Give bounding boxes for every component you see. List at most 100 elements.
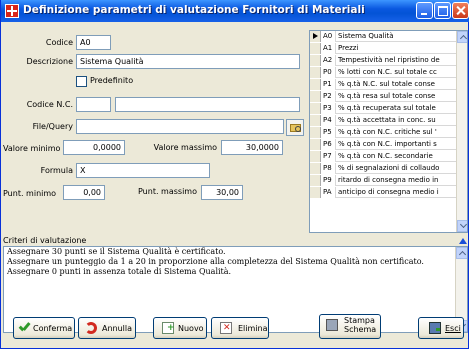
grid-cell-description[interactable]: % di segnalazioni di collaudo: [336, 163, 457, 174]
scroll-up-icon[interactable]: [456, 247, 467, 259]
row-indicator[interactable]: [310, 187, 321, 198]
grid-cell-description[interactable]: % q.tà N.C. sul totale conse: [336, 79, 457, 90]
grid-cell-code[interactable]: P5: [321, 127, 336, 138]
pin-icon[interactable]: [459, 236, 467, 244]
row-indicator[interactable]: [310, 55, 321, 66]
grid-cell-code[interactable]: PA: [321, 187, 336, 198]
grid-row[interactable]: A2 Tempestività nel ripristino de: [310, 55, 457, 66]
grid-cell-code[interactable]: P0: [321, 67, 336, 78]
row-indicator[interactable]: [310, 151, 321, 162]
conferma-label: Conferma: [33, 324, 73, 333]
grid-cell-description[interactable]: % lotti con N.C. sul totale cc: [336, 67, 457, 78]
grid-row[interactable]: A1 Prezzi: [310, 43, 457, 54]
criteri-line: Assegnare 30 punti se il Sistema Qualità…: [7, 247, 226, 256]
grid-cell-code[interactable]: A0: [321, 31, 336, 42]
row-indicator[interactable]: [310, 43, 321, 54]
grid-row[interactable]: PA anticipo di consegna medio i: [310, 187, 457, 198]
stampa-schema-button[interactable]: Stampa Schema: [319, 314, 381, 339]
undo-icon: [85, 322, 97, 334]
descrizione-field[interactable]: Sistema Qualità: [76, 54, 300, 69]
row-indicator[interactable]: [310, 115, 321, 126]
punt-massimo-field[interactable]: 30,00: [201, 185, 243, 200]
grid-cell-code[interactable]: P6: [321, 139, 336, 150]
grid-row[interactable]: P1% q.tà N.C. sul totale conse: [310, 79, 457, 90]
delete-icon: [220, 322, 232, 334]
grid-cell-code[interactable]: P1: [321, 79, 336, 90]
grid-row[interactable]: P6% q.tà con N.C. importanti s: [310, 139, 457, 150]
codice-nc-field[interactable]: [76, 97, 111, 112]
grid-row[interactable]: P5% q.tà con N.C. critiche sul ': [310, 127, 457, 138]
esci-button[interactable]: Esci: [418, 317, 464, 339]
grid-row[interactable]: P7% q.tà con N.C. secondarie: [310, 151, 457, 162]
row-indicator[interactable]: [310, 175, 321, 186]
close-button[interactable]: [452, 2, 469, 19]
grid-cell-description[interactable]: ritardo di consegna medio in: [336, 175, 457, 186]
grid-cell-code[interactable]: P7: [321, 151, 336, 162]
grid-cell-description[interactable]: % q.tà con N.C. critiche sul ': [336, 127, 457, 138]
grid-row[interactable]: P3% q.tà recuperata sul totale: [310, 103, 457, 114]
window-title: Definizione parametri di valutazione For…: [23, 4, 365, 16]
row-indicator[interactable]: [310, 163, 321, 174]
grid-row[interactable]: P2% q.tà resa sul totale conse: [310, 91, 457, 102]
grid-scrollbar[interactable]: [456, 31, 467, 232]
codice-nc-label: Codice N.C.: [26, 100, 73, 109]
row-selector-icon[interactable]: [310, 31, 321, 42]
title-bar[interactable]: Definizione parametri di valutazione For…: [1, 0, 469, 22]
punt-massimo-label: Punt. massimo: [138, 187, 197, 196]
grid-row[interactable]: P8% di segnalazioni di collaudo: [310, 163, 457, 174]
row-indicator[interactable]: [310, 103, 321, 114]
file-query-label: File/Query: [32, 122, 73, 131]
codice-field[interactable]: A0: [76, 35, 111, 50]
row-indicator[interactable]: [310, 139, 321, 150]
grid-cell-code[interactable]: A2: [321, 55, 336, 66]
descrizione-label: Descrizione: [26, 57, 73, 66]
annulla-button[interactable]: Annulla: [78, 317, 136, 339]
grid-cell-description[interactable]: anticipo di consegna medio i: [336, 187, 457, 198]
minimize-button[interactable]: [416, 2, 433, 19]
grid-cell-description[interactable]: Prezzi: [336, 43, 457, 54]
file-query-field[interactable]: [76, 119, 284, 134]
grid-cell-description[interactable]: % q.tà con N.C. importanti s: [336, 139, 457, 150]
grid-cell-code[interactable]: P8: [321, 163, 336, 174]
grid-row[interactable]: P0% lotti con N.C. sul totale cc: [310, 67, 457, 78]
grid-cell-code[interactable]: P3: [321, 103, 336, 114]
conferma-button[interactable]: Conferma: [13, 317, 75, 339]
grid-cell-description[interactable]: % q.tà recuperata sul totale: [336, 103, 457, 114]
grid-row[interactable]: P4% q.tà accettata in conc. su: [310, 115, 457, 126]
grid-cell-description[interactable]: % q.tà resa sul totale conse: [336, 91, 457, 102]
valore-massimo-field[interactable]: 30,0000: [221, 140, 283, 155]
row-indicator[interactable]: [310, 79, 321, 90]
grid-cell-description[interactable]: Tempestività nel ripristino de: [336, 55, 457, 66]
grid-row[interactable]: P9 ritardo di consegna medio in: [310, 175, 457, 186]
browse-button[interactable]: [286, 119, 304, 136]
grid-cell-code[interactable]: P2: [321, 91, 336, 102]
maximize-button[interactable]: [434, 2, 451, 19]
criteri-label: Criteri di valutazione: [3, 236, 87, 245]
row-indicator[interactable]: [310, 127, 321, 138]
schema-text: Schema: [344, 325, 377, 334]
valore-massimo-label: Valore massimo: [153, 143, 217, 152]
codice-label: Codice: [45, 38, 73, 47]
elimina-button[interactable]: Elimina: [211, 317, 269, 339]
grid-cell-description[interactable]: % q.tà con N.C. secondarie: [336, 151, 457, 162]
grid-cell-description[interactable]: % q.tà accettata in conc. su: [336, 115, 457, 126]
valore-minimo-label: Valore minimo: [3, 144, 61, 153]
stampa-text: Stampa: [344, 316, 375, 325]
valore-minimo-field[interactable]: 0,0000: [63, 140, 125, 155]
punt-minimo-field[interactable]: 0,00: [63, 185, 105, 200]
scroll-up-icon[interactable]: [457, 31, 467, 43]
grid-cell-code[interactable]: P4: [321, 115, 336, 126]
grid-cell-code[interactable]: P9: [321, 175, 336, 186]
row-indicator[interactable]: [310, 91, 321, 102]
predefinito-checkbox[interactable]: [76, 76, 87, 87]
row-indicator[interactable]: [310, 67, 321, 78]
grid-cell-description[interactable]: Sistema Qualità: [336, 31, 457, 42]
scroll-down-icon[interactable]: [457, 220, 467, 232]
formula-field[interactable]: X: [76, 163, 210, 178]
grid-row[interactable]: A0 Sistema Qualità: [310, 31, 457, 42]
grid-cell-code[interactable]: A1: [321, 43, 336, 54]
parameters-grid[interactable]: A0 Sistema Qualità A1 Prezzi A2 Tempestività …: [309, 30, 468, 233]
check-icon: [18, 322, 30, 334]
nuovo-button[interactable]: Nuovo: [153, 317, 207, 339]
codice-nc-description-field[interactable]: [115, 97, 300, 112]
